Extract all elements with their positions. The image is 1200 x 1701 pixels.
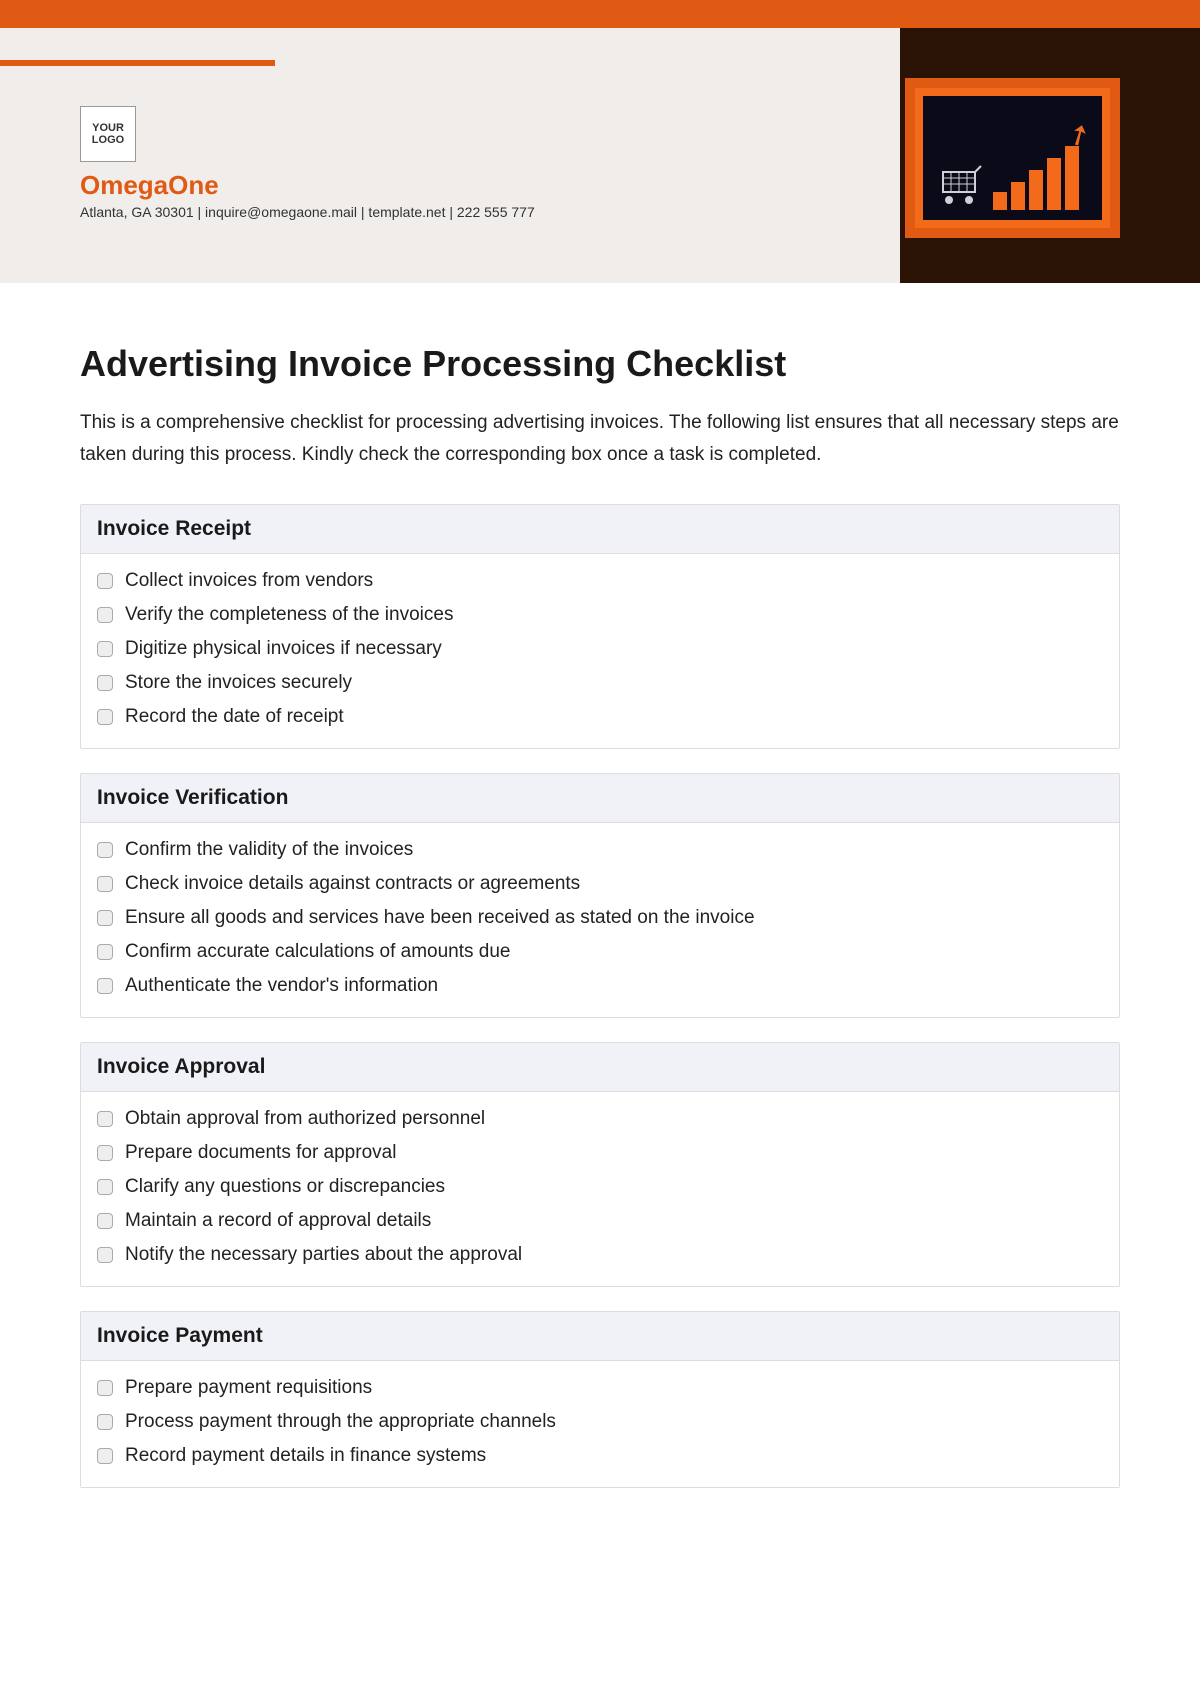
checklist-item: Process payment through the appropriate … xyxy=(97,1405,1103,1439)
hero-image-frame: ➚ xyxy=(905,78,1120,238)
chart-bar-icon xyxy=(993,192,1007,210)
section-header: Invoice Verification xyxy=(81,774,1119,823)
checklist-item-label: Confirm the validity of the invoices xyxy=(125,839,413,861)
checklist-item-label: Notify the necessary parties about the a… xyxy=(125,1244,522,1266)
checklist-section: Invoice VerificationConfirm the validity… xyxy=(80,773,1120,1018)
checkbox[interactable] xyxy=(97,1414,113,1430)
checklist-item-label: Process payment through the appropriate … xyxy=(125,1411,556,1433)
checklist-item: Confirm the validity of the invoices xyxy=(97,833,1103,867)
chart-bar-icon xyxy=(1011,182,1025,210)
document-content: Advertising Invoice Processing Checklist… xyxy=(0,283,1200,1552)
section-header: Invoice Approval xyxy=(81,1043,1119,1092)
checklist-item: Check invoice details against contracts … xyxy=(97,867,1103,901)
checkbox[interactable] xyxy=(97,641,113,657)
checklist-item-label: Record the date of receipt xyxy=(125,706,344,728)
checklist-item: Obtain approval from authorized personne… xyxy=(97,1102,1103,1136)
checklist-item-label: Check invoice details against contracts … xyxy=(125,873,580,895)
chart-bar-icon xyxy=(1047,158,1061,210)
checklist-section: Invoice ReceiptCollect invoices from ven… xyxy=(80,504,1120,749)
checkbox[interactable] xyxy=(97,978,113,994)
checklist-item-label: Confirm accurate calculations of amounts… xyxy=(125,941,510,963)
checklist-item-label: Digitize physical invoices if necessary xyxy=(125,638,442,660)
checkbox[interactable] xyxy=(97,709,113,725)
checklist-item-label: Store the invoices securely xyxy=(125,672,352,694)
checklist-item: Ensure all goods and services have been … xyxy=(97,901,1103,935)
header-accent-line xyxy=(0,60,275,66)
checklist-item: Confirm accurate calculations of amounts… xyxy=(97,935,1103,969)
checklist-item: Maintain a record of approval details xyxy=(97,1204,1103,1238)
checklist-item: Notify the necessary parties about the a… xyxy=(97,1238,1103,1272)
checklist-item-label: Ensure all goods and services have been … xyxy=(125,907,755,929)
checklist-section: Invoice PaymentPrepare payment requisiti… xyxy=(80,1311,1120,1488)
checklist-section: Invoice Approval Obtain approval from aut… xyxy=(80,1042,1120,1287)
hero-image: ➚ xyxy=(923,96,1102,220)
chart-bar-icon xyxy=(1029,170,1043,210)
checklist-item-label: Collect invoices from vendors xyxy=(125,570,373,592)
checkbox[interactable] xyxy=(97,573,113,589)
checkbox[interactable] xyxy=(97,842,113,858)
section-body: Collect invoices from vendors Verify the … xyxy=(81,554,1119,748)
checklist-item: Clarify any questions or discrepancies xyxy=(97,1170,1103,1204)
checkbox[interactable] xyxy=(97,910,113,926)
checklist-item-label: Maintain a record of approval details xyxy=(125,1210,431,1232)
company-name: OmegaOne xyxy=(80,170,219,201)
section-body: Obtain approval from authorized personne… xyxy=(81,1092,1119,1286)
checklist-item-label: Obtain approval from authorized personne… xyxy=(125,1108,485,1130)
checkbox[interactable] xyxy=(97,1145,113,1161)
chart-bar-icon xyxy=(1065,146,1079,210)
checklist-item: Record the date of receipt xyxy=(97,700,1103,734)
section-header: Invoice Payment xyxy=(81,1312,1119,1361)
company-contact-line: Atlanta, GA 30301 | inquire@omegaone.mai… xyxy=(80,204,535,220)
checklist-item: Verify the completeness of the invoices xyxy=(97,598,1103,632)
checklist-item-label: Record payment details in finance system… xyxy=(125,1445,486,1467)
checkbox[interactable] xyxy=(97,1111,113,1127)
checklist-item: Collect invoices from vendors xyxy=(97,564,1103,598)
checkbox[interactable] xyxy=(97,675,113,691)
checklist-item-label: Clarify any questions or discrepancies xyxy=(125,1176,445,1198)
checklist-item-label: Verify the completeness of the invoices xyxy=(125,604,453,626)
hero-image-inner-frame: ➚ xyxy=(915,88,1110,228)
checklist-item: Prepare payment requisitions xyxy=(97,1371,1103,1405)
checkbox[interactable] xyxy=(97,876,113,892)
checklist-item-label: Prepare documents for approval xyxy=(125,1142,396,1164)
top-accent-bar xyxy=(0,0,1200,28)
checklist-item: Authenticate the vendor's information xyxy=(97,969,1103,1003)
checklist-item: Record payment details in finance system… xyxy=(97,1439,1103,1473)
shopping-cart-icon xyxy=(937,164,985,208)
checklist-item-label: Authenticate the vendor's information xyxy=(125,975,438,997)
header: YOUR LOGO OmegaOne Atlanta, GA 30301 | i… xyxy=(0,28,1200,283)
checkbox[interactable] xyxy=(97,1448,113,1464)
checkbox[interactable] xyxy=(97,1380,113,1396)
checkbox[interactable] xyxy=(97,1179,113,1195)
checklist-item-label: Prepare payment requisitions xyxy=(125,1377,372,1399)
logo-placeholder: YOUR LOGO xyxy=(80,106,136,162)
section-body: Confirm the validity of the invoices Chec… xyxy=(81,823,1119,1017)
section-header: Invoice Receipt xyxy=(81,505,1119,554)
checkbox[interactable] xyxy=(97,1247,113,1263)
document-intro: This is a comprehensive checklist for pr… xyxy=(80,407,1120,472)
checkbox[interactable] xyxy=(97,1213,113,1229)
section-body: Prepare payment requisitions Process paym… xyxy=(81,1361,1119,1487)
checkbox[interactable] xyxy=(97,944,113,960)
document-title: Advertising Invoice Processing Checklist xyxy=(80,343,1120,385)
checklist-item: Store the invoices securely xyxy=(97,666,1103,700)
checkbox[interactable] xyxy=(97,607,113,623)
checklist-item: Digitize physical invoices if necessary xyxy=(97,632,1103,666)
checklist-item: Prepare documents for approval xyxy=(97,1136,1103,1170)
